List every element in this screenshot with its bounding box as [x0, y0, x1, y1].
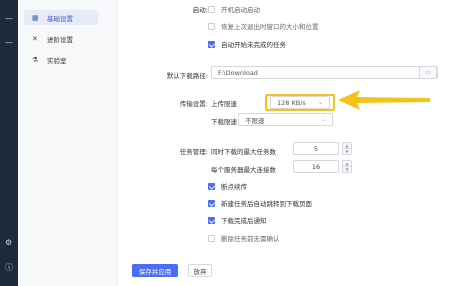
download-path-value: F:\Download	[218, 68, 258, 77]
transfer-label: 传输设置:	[179, 100, 208, 108]
sidebar-item-label: 实验室	[47, 56, 67, 65]
checkbox-box[interactable]	[208, 182, 215, 190]
folder-browse-button[interactable]: ▭	[419, 66, 437, 79]
max-connections-value[interactable]: 16	[293, 160, 339, 173]
checkbox-box[interactable]	[208, 22, 215, 30]
download-limit-value: 不限速	[245, 116, 265, 125]
download-path-label: 默认下载路径:	[166, 72, 208, 80]
resume-checkbox[interactable]: 断点续传	[208, 181, 247, 191]
rail-icon-1[interactable]: —	[5, 14, 13, 23]
auto-resume-checkbox[interactable]: 自动开始未完成的任务	[208, 39, 286, 49]
folder-icon: ▭	[425, 69, 431, 76]
checkbox-box[interactable]	[208, 199, 215, 207]
tools-icon: ✕	[32, 34, 38, 43]
sidebar-item-basic[interactable]: ▦ 基础设置	[24, 10, 98, 25]
startup-label: 启动:	[192, 6, 208, 14]
auto-jump-checkbox[interactable]: 新建任务后自动跳转到下载页面	[208, 198, 312, 208]
checkbox-label: 下载完成后通知	[221, 217, 267, 225]
sidebar-item-advanced[interactable]: ✕ 进阶设置	[24, 31, 98, 46]
checkbox-box[interactable]	[208, 234, 215, 242]
settings-sidebar: ▦ 基础设置 ✕ 进阶设置 ⚗ 实验室	[18, 0, 118, 286]
rail-icon-2[interactable]: —	[5, 38, 13, 47]
upload-limit-highlight	[265, 94, 335, 111]
annotation-arrow-icon	[338, 90, 430, 110]
app-rail: — — ⚙ ⓘ	[0, 0, 18, 286]
chevron-down-icon: ⌄	[320, 116, 326, 123]
rail-settings-icon[interactable]: ⚙	[5, 238, 12, 247]
chevron-down-icon[interactable]: ▼	[343, 167, 351, 172]
max-connections-stepper[interactable]: 16 ▲ ▼	[293, 160, 352, 173]
sidebar-item-lab[interactable]: ⚗ 实验室	[24, 52, 98, 67]
task-management-label: 任务管理:	[179, 148, 208, 156]
save-apply-button[interactable]: 保存并应用	[132, 264, 178, 277]
checkbox-box[interactable]	[208, 5, 215, 13]
checkbox-label: 开机启动启动	[221, 6, 260, 14]
sidebar-item-label: 进阶设置	[47, 35, 73, 44]
max-tasks-stepper[interactable]: 5 ▲ ▼	[293, 142, 352, 155]
startup-checkbox[interactable]: 开机启动启动	[208, 4, 260, 14]
stepper-buttons[interactable]: ▲ ▼	[342, 142, 352, 155]
grid-icon: ▦	[32, 13, 39, 22]
discard-button[interactable]: 放弃	[188, 264, 212, 277]
checkbox-label: 新建任务后自动跳转到下载页面	[221, 200, 312, 208]
checkbox-label: 恢复上次退出时窗口的大小和位置	[221, 23, 319, 31]
checkbox-label: 断点续传	[221, 183, 247, 191]
max-connections-label: 每个服务器最大连接数	[211, 166, 276, 174]
max-tasks-label: 同时下载的最大任务数	[211, 148, 276, 156]
checkbox-box[interactable]	[208, 216, 215, 224]
checkbox-box[interactable]	[208, 40, 215, 48]
download-limit-select[interactable]: 不限速 ⌄	[238, 113, 333, 126]
upload-limit-label: 上传限速	[211, 100, 237, 108]
download-path-input[interactable]: F:\Download ▭	[211, 66, 438, 79]
checkbox-label: 删除任务前无需确认	[221, 235, 280, 243]
download-limit-label: 下载限速	[211, 118, 237, 126]
restore-window-checkbox[interactable]: 恢复上次退出时窗口的大小和位置	[208, 21, 319, 31]
settings-main: 启动: 开机启动启动 恢复上次退出时窗口的大小和位置 自动开始未完成的任务 默认…	[118, 0, 475, 286]
rail-info-icon[interactable]: ⓘ	[5, 262, 13, 273]
max-tasks-value[interactable]: 5	[293, 142, 339, 155]
chevron-down-icon[interactable]: ▼	[343, 149, 351, 154]
sidebar-item-label: 基础设置	[47, 14, 73, 23]
notify-checkbox[interactable]: 下载完成后通知	[208, 215, 267, 225]
no-confirm-delete-checkbox[interactable]: 删除任务前无需确认	[208, 233, 280, 243]
checkbox-label: 自动开始未完成的任务	[221, 41, 286, 49]
flask-icon: ⚗	[32, 55, 39, 64]
stepper-buttons[interactable]: ▲ ▼	[342, 160, 352, 173]
